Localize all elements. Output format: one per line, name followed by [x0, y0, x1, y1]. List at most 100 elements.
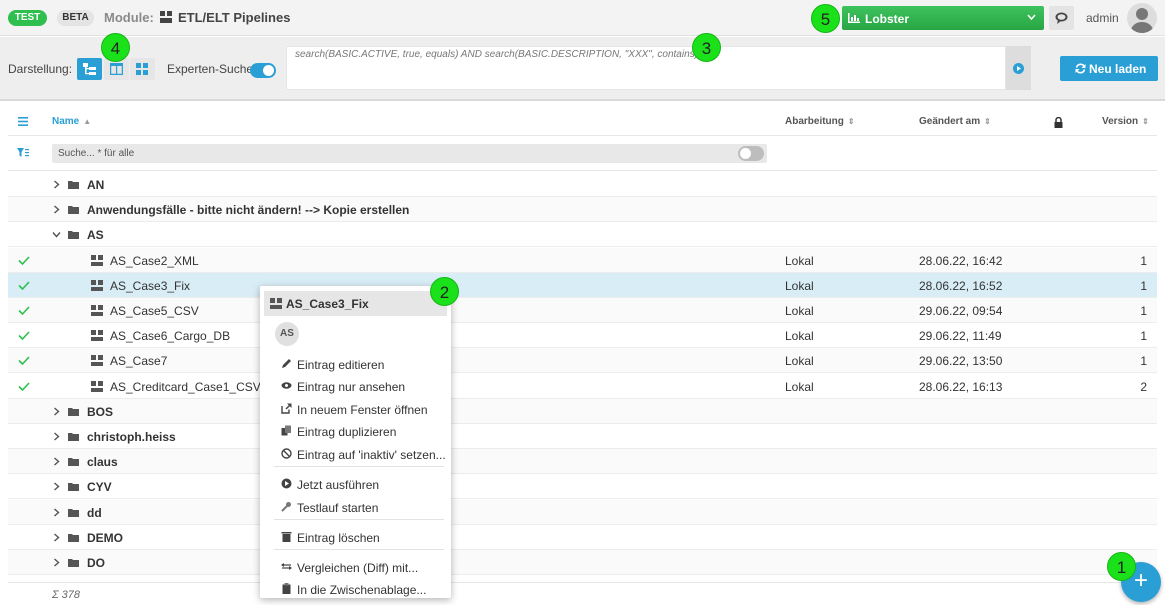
grid-icon — [136, 63, 148, 75]
table-row[interactable]: AS_Case7 Lokal 29.06.22, 13:50 1 — [8, 348, 1157, 374]
table-footer: Σ 378 — [8, 582, 1157, 605]
version-cell: 1 — [1140, 329, 1147, 344]
context-menu-item[interactable]: Eintrag auf 'inaktiv' setzen... — [260, 444, 451, 465]
reload-label: Neu laden — [1089, 62, 1147, 76]
column-header-processing[interactable]: Abarbeitung ⇕ — [785, 116, 855, 127]
user-name[interactable]: admin — [1086, 11, 1119, 25]
organization-select[interactable]: Lobster — [842, 6, 1044, 30]
processing-cell: Lokal — [785, 379, 814, 394]
version-cell: 1 — [1140, 278, 1147, 293]
context-menu-item-label: Eintrag löschen — [297, 531, 380, 545]
chevron-right-icon[interactable] — [52, 533, 61, 542]
reload-button[interactable]: Neu laden — [1060, 56, 1158, 81]
ban-icon — [281, 448, 292, 459]
entry-name: AS_Case5_CSV — [110, 304, 199, 318]
folder-row[interactable]: Anwendungsfälle - bitte nicht ändern! --… — [8, 197, 1157, 223]
folder-row[interactable]: christoph.heiss — [8, 424, 1157, 449]
changed-cell: 28.06.22, 16:42 — [919, 253, 1003, 268]
context-menu-item-label: Vergleichen (Diff) mit... — [297, 561, 419, 575]
marker-5: 5 — [811, 4, 840, 33]
marker-3: 3 — [692, 33, 721, 62]
context-menu-item[interactable]: Eintrag duplizieren — [260, 421, 451, 442]
version-cell: 1 — [1140, 253, 1147, 268]
row-total: Σ 378 — [52, 589, 81, 601]
context-menu-item[interactable]: Vergleichen (Diff) mit... — [260, 557, 451, 578]
expert-search-input[interactable]: search(BASIC.ACTIVE, true, equals) AND s… — [286, 46, 1006, 90]
filter-icon[interactable] — [17, 148, 29, 158]
filter-toggle[interactable] — [738, 146, 764, 161]
changed-cell: 29.06.22, 11:49 — [919, 329, 1002, 344]
check-icon — [18, 356, 30, 366]
name-filter-input[interactable]: Suche... * für alle — [52, 144, 767, 163]
column-header-changed[interactable]: Geändert am ⇕ — [919, 116, 991, 127]
context-menu-item-label: Jetzt ausführen — [297, 478, 380, 492]
chevron-right-icon[interactable] — [52, 432, 61, 441]
chat-icon — [1055, 12, 1068, 24]
folder-name: AS — [87, 228, 104, 243]
menu-icon[interactable] — [18, 117, 28, 126]
menu-separator — [274, 466, 444, 467]
clipboard-icon — [282, 583, 291, 594]
processing-cell: Lokal — [785, 354, 814, 369]
chevron-right-icon[interactable] — [52, 558, 61, 567]
context-menu-item[interactable]: Eintrag nur ansehen — [260, 376, 451, 397]
chat-button[interactable] — [1049, 6, 1074, 30]
chevron-right-icon[interactable] — [52, 205, 61, 214]
user-avatar[interactable] — [1127, 3, 1157, 33]
external-link-icon — [281, 403, 292, 414]
tile-view-button[interactable] — [130, 58, 155, 80]
chevron-right-icon[interactable] — [52, 180, 61, 189]
folder-row[interactable]: AS — [8, 222, 1157, 248]
folder-row[interactable]: AN — [8, 172, 1157, 197]
chevron-right-icon[interactable] — [52, 508, 61, 517]
folder-name: AN — [87, 178, 105, 192]
changed-cell: 28.06.22, 16:13 — [919, 379, 1003, 394]
tree-view-icon — [83, 63, 96, 75]
expert-search-toggle[interactable] — [250, 63, 276, 78]
table-row[interactable]: AS_Case2_XML Lokal 28.06.22, 16:42 1 — [8, 247, 1157, 273]
check-icon — [18, 306, 30, 315]
folder-row[interactable]: CYV — [8, 474, 1157, 500]
diff-arrows-icon — [281, 563, 292, 570]
copy-icon — [281, 425, 291, 436]
check-icon — [18, 256, 30, 265]
folder-row[interactable]: DO — [8, 550, 1157, 575]
lock-icon[interactable] — [1054, 117, 1063, 128]
expert-search-label: Experten-Suche — [167, 62, 254, 76]
context-menu-item[interactable]: Eintrag editieren — [260, 354, 451, 375]
processing-cell: Lokal — [785, 253, 814, 268]
folder-icon — [68, 533, 79, 542]
chevron-down-icon[interactable] — [52, 230, 61, 239]
context-menu-item-label: Eintrag auf 'inaktiv' setzen... — [297, 448, 446, 462]
chevron-right-icon[interactable] — [52, 482, 61, 491]
tree-view-button[interactable] — [77, 58, 102, 80]
folder-row[interactable]: claus — [8, 449, 1157, 475]
table-row[interactable]: AS_Creditcard_Case1_CSV Lokal 28.06.22, 16… — [8, 373, 1157, 399]
version-cell: 1 — [1140, 354, 1147, 369]
eye-icon — [281, 382, 292, 389]
folder-row[interactable]: dd — [8, 499, 1157, 525]
table-row[interactable]: AS_Case5_CSV Lokal 29.06.22, 09:54 1 — [8, 298, 1157, 323]
folder-icon — [68, 206, 79, 215]
run-search-button[interactable] — [1006, 46, 1031, 90]
folder-name: BOS — [87, 404, 114, 419]
chevron-right-icon[interactable] — [52, 407, 61, 416]
context-menu-item[interactable]: Eintrag löschen — [260, 527, 451, 548]
column-header-version[interactable]: Version ⇕ — [1102, 116, 1149, 127]
chevron-right-icon[interactable] — [52, 457, 61, 466]
folder-name: dd — [87, 505, 102, 520]
pencil-icon — [282, 359, 291, 368]
folder-row[interactable]: DEMO — [8, 524, 1157, 550]
folder-row[interactable]: BOS — [8, 398, 1157, 424]
table-row[interactable]: AS_Case6_Cargo_DB Lokal 29.06.22, 11:49 1 — [8, 323, 1157, 349]
context-menu-item[interactable]: Testlauf starten — [260, 497, 451, 518]
version-cell: 1 — [1140, 304, 1147, 318]
play-circle-icon — [281, 478, 292, 489]
check-icon — [18, 331, 30, 341]
context-menu-item[interactable]: Jetzt ausführen — [260, 474, 451, 495]
table-row[interactable]: AS_Case3_Fix Lokal 28.06.22, 16:52 1 — [8, 272, 1157, 298]
context-menu-item[interactable]: In die Zwischenablage... — [260, 579, 451, 600]
context-menu-item[interactable]: In neuem Fenster öffnen — [260, 399, 451, 420]
module-label: Module: — [104, 10, 154, 25]
column-header-name[interactable]: Name ▲ — [52, 116, 91, 127]
